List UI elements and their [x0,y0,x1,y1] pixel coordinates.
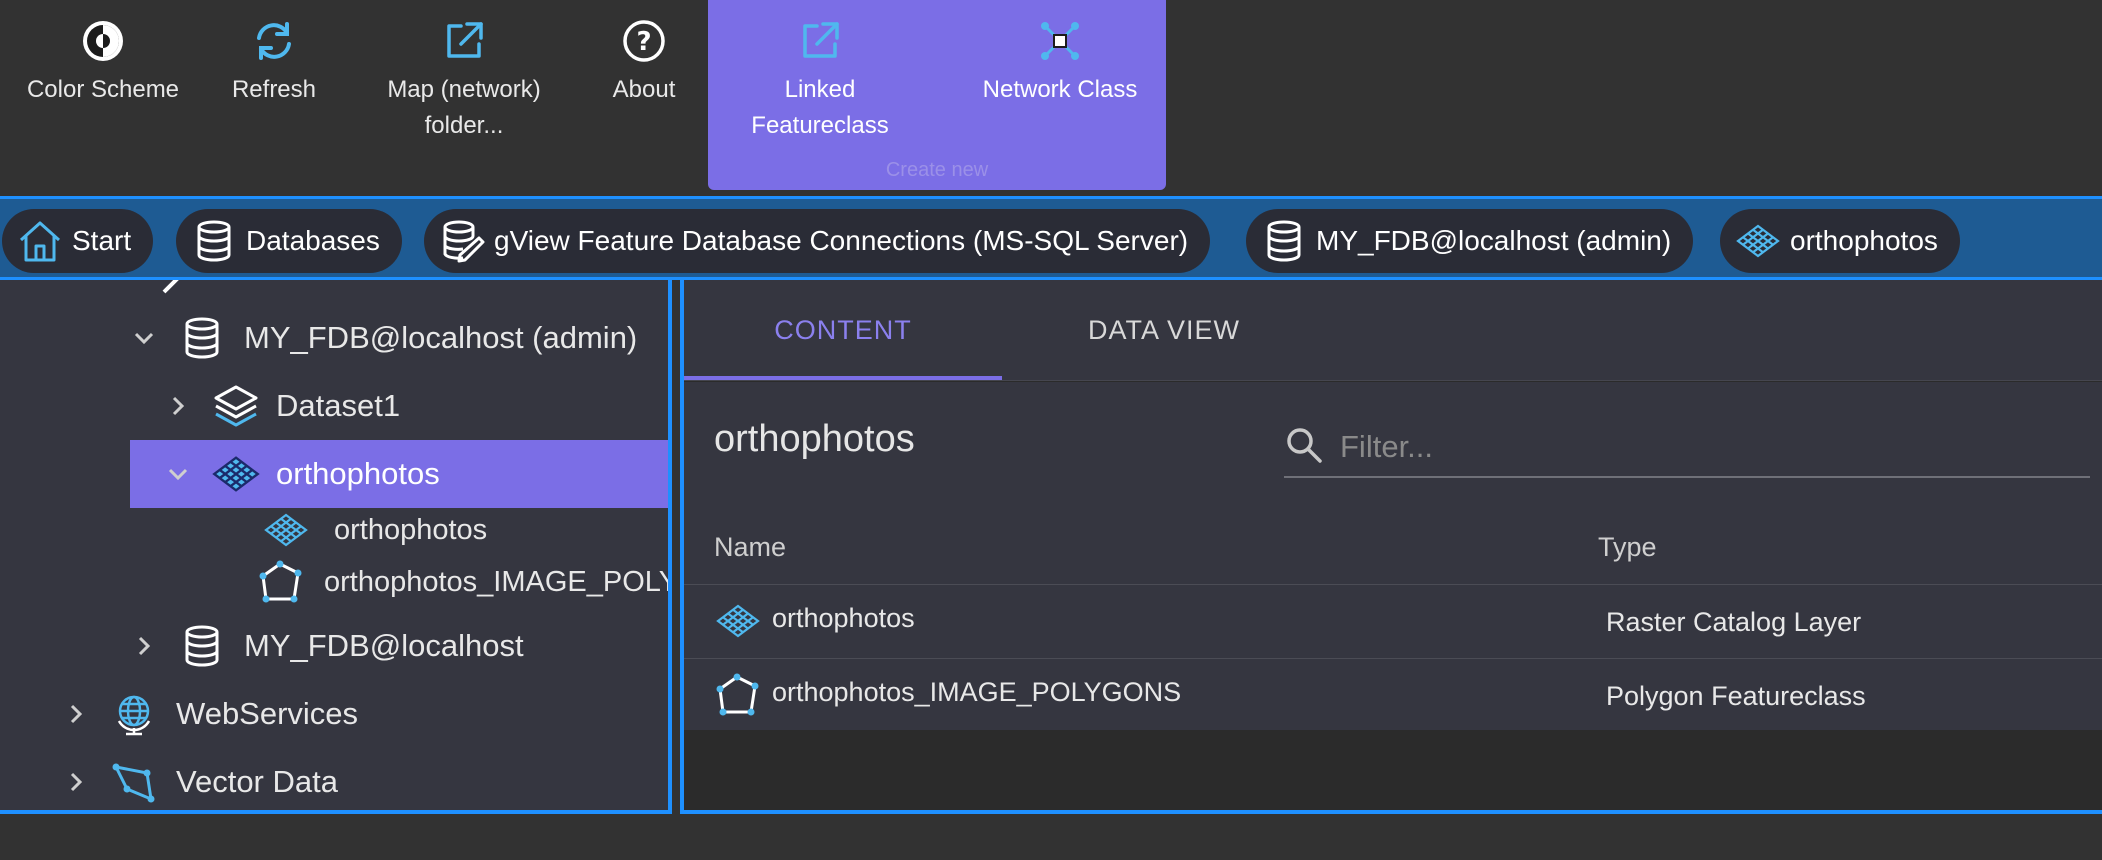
chevron-down-icon[interactable] [158,454,198,494]
breadcrumb-label: Start [72,225,132,256]
color-scheme-button[interactable]: Color Scheme [10,0,196,190]
breadcrumb-label: orthophotos [1790,225,1938,256]
polygon-icon [258,554,304,610]
column-header-type[interactable]: Type [1598,532,1657,563]
refresh-button[interactable]: Refresh [214,0,334,190]
content-panel: CONTENT DATA VIEW orthophotos Name Type [680,280,2102,814]
home-icon [16,217,64,265]
tree-node-orthophotos[interactable]: orthophotos [130,440,668,508]
database-icon [174,618,230,674]
open-external-icon [441,18,487,64]
tree-node-orthophotos-layer[interactable]: orthophotos [258,502,668,558]
filter-input[interactable] [1338,428,2062,466]
breadcrumb-connections[interactable]: gView Feature Database Connections (MS-S… [424,209,1211,273]
map-folder-label: Map (network) folder... [387,76,541,139]
globe-icon [106,686,162,742]
status-bar [0,814,2102,860]
chevron-down-icon[interactable] [124,318,164,358]
tree-node-label: MY_FDB@localhost (admin) [244,320,638,355]
toolbar: Color Scheme Refresh Map (network) folde… [0,0,2102,195]
column-header-name[interactable]: Name [714,532,786,563]
color-scheme-label: Color Scheme [26,76,180,103]
database-icon [1260,217,1308,265]
tree-node-label: Dataset1 [276,388,401,423]
database-icon [190,217,238,265]
tree-node-dataset1[interactable]: Dataset1 [158,372,668,440]
tree-node-label: MY_FDB@localhost [244,628,524,663]
chevron-right-icon[interactable] [158,386,198,426]
explorer-tree: MY_FDB@localhost (admin) Dataset1 orthop… [0,280,672,814]
tree-node-label: orthophotos [276,456,440,491]
tree-node-webservices[interactable]: WebServices [56,680,616,748]
row-type: Raster Catalog Layer [1606,607,1862,637]
open-external-icon [797,18,843,64]
refresh-icon [251,18,297,64]
breadcrumb-label: MY_FDB@localhost (admin) [1316,225,1672,256]
clipped-node-icon [160,280,200,303]
map-folder-button[interactable]: Map (network) folder... [374,0,554,190]
refresh-label: Refresh [231,76,317,103]
content-card: orthophotos Name Type orthophotos Raster… [684,382,2102,730]
row-name: orthophotos_IMAGE_POLYGONS [772,677,1182,707]
breadcrumb-label: gView Feature Database Connections (MS-S… [494,225,1189,256]
create-new-caption: Create new [885,159,989,181]
create-new-group: Linked Featureclass Network Class Create [708,0,1166,190]
tree-node-fdb[interactable]: MY_FDB@localhost [124,612,668,680]
polygon-icon [714,671,762,719]
tree-node-vector-data[interactable]: Vector Data [56,748,616,810]
tree-node-image-polygons[interactable]: orthophotos_IMAGE_POLYGONS [258,554,668,610]
breadcrumb-orthophotos[interactable]: orthophotos [1720,209,1960,273]
raster-catalog-icon [1734,217,1782,265]
breadcrumb-label: Databases [246,225,380,256]
network-icon [1037,18,1083,64]
tree-node-label: WebServices [176,696,359,731]
breadcrumb-start[interactable]: Start [2,209,154,273]
vector-data-icon [106,754,162,810]
tab-content[interactable]: CONTENT [684,280,1002,380]
row-name: orthophotos [772,603,915,633]
tree-node-label: Vector Data [176,764,338,799]
page-title: orthophotos [714,418,915,460]
linked-featureclass-label: Linked Featureclass [751,76,889,139]
table-row[interactable]: orthophotos_IMAGE_POLYGONS Polygon Featu… [684,658,2102,731]
search-icon [1284,425,1324,470]
raster-catalog-icon [714,597,762,645]
filter-box [1284,418,2090,478]
contrast-icon [80,18,126,64]
raster-catalog-icon [258,502,314,558]
about-label: About [612,76,676,103]
database-edit-icon [438,217,486,265]
breadcrumb-fdb-admin[interactable]: MY_FDB@localhost (admin) [1246,209,1694,273]
row-type: Polygon Featureclass [1606,681,1866,711]
layers-icon [208,378,264,434]
tree-node-label: orthophotos_IMAGE_POLYGONS [324,565,668,598]
database-icon [174,310,230,366]
about-button[interactable]: ? About [598,0,690,190]
breadcrumb-databases[interactable]: Databases [176,209,402,273]
breadcrumb: Start Databases gView Feature Database C… [0,196,2102,280]
chevron-right-icon[interactable] [56,694,96,734]
chevron-right-icon[interactable] [56,762,96,802]
chevron-right-icon[interactable] [124,626,164,666]
svg-text:?: ? [636,27,651,57]
help-icon: ? [621,18,667,64]
table-row[interactable]: orthophotos Raster Catalog Layer [684,584,2102,657]
tab-bar: CONTENT DATA VIEW [684,280,2102,381]
raster-catalog-icon [208,446,264,502]
network-class-label: Network Class [982,76,1138,103]
tree-node-label: orthophotos [334,513,488,546]
tab-data-view[interactable]: DATA VIEW [1002,280,1326,380]
tree-node-fdb-admin[interactable]: MY_FDB@localhost (admin) [124,304,668,372]
